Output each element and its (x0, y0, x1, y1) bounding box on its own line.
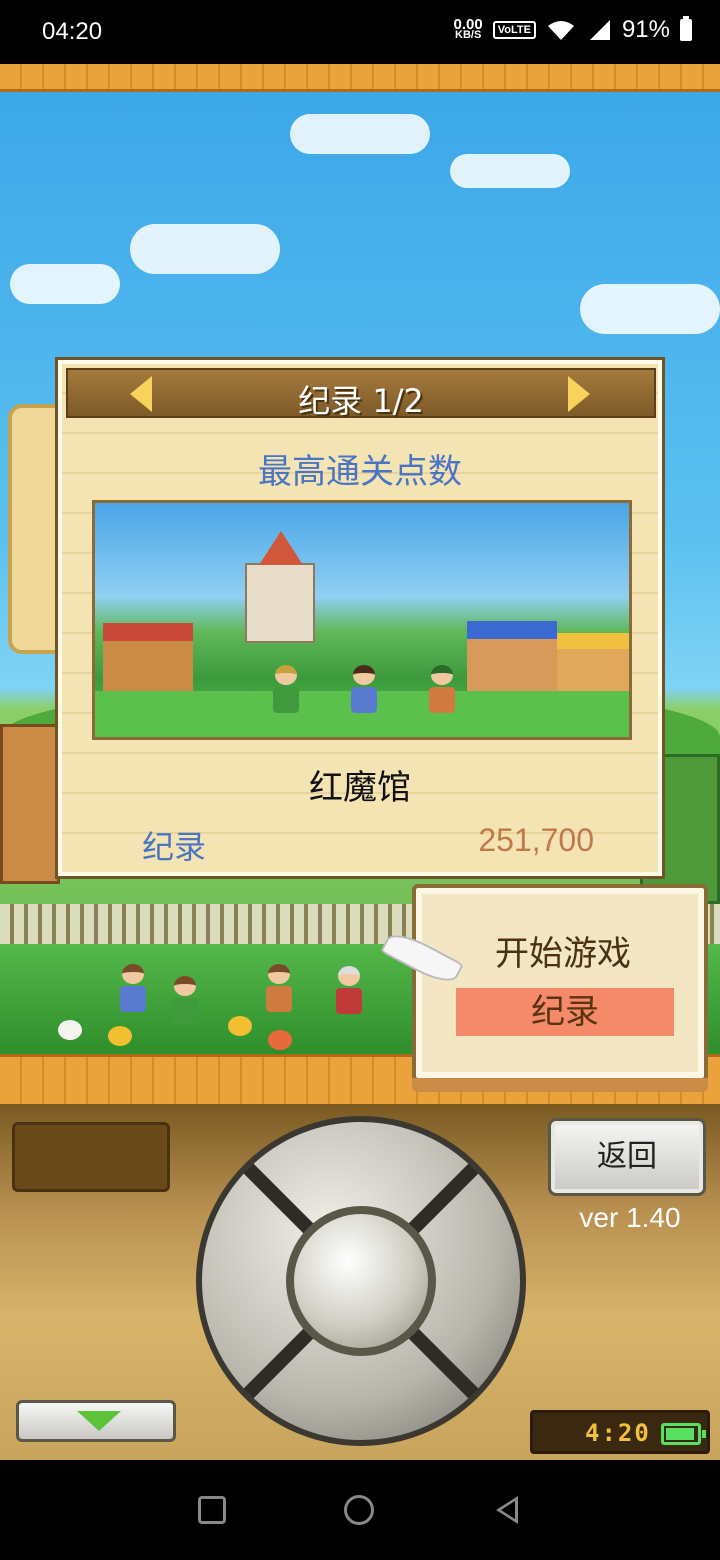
down-arrow-icon (77, 1411, 121, 1431)
cloud (10, 264, 120, 304)
cloud (130, 224, 280, 274)
shop-building (103, 623, 193, 693)
hero-character (347, 665, 381, 719)
circle-icon[interactable] (344, 1495, 374, 1525)
flower (108, 1026, 132, 1046)
record-dialog: 纪录 1/2 最高通关点数 红魔馆 纪录 251,700 (55, 357, 665, 879)
clock-time: 4:20 (585, 1419, 651, 1447)
top-brick-border (0, 64, 720, 92)
building (0, 724, 60, 884)
hero-character (269, 665, 303, 719)
stage-name: 红魔馆 (309, 768, 411, 808)
left-slot (12, 1122, 170, 1192)
wifi-icon (547, 21, 574, 40)
hero-character (264, 964, 294, 1016)
game-scene: 开始游戏 纪录 纪录 1/2 最高通关点数 红魔馆 纪录 251,700 (0, 64, 720, 1104)
flower (228, 1016, 252, 1036)
record-category: 最高通关点数 (258, 452, 462, 492)
system-nav-bar (0, 1460, 720, 1560)
triangle-back-icon[interactable] (496, 1496, 518, 1524)
stage-preview-image (92, 500, 632, 740)
status-icons: 0.00 KB/S VoLTE 91% (454, 16, 692, 44)
hero-character (170, 976, 200, 1028)
signal-icon (589, 20, 610, 40)
net-speed: 0.00 KB/S (454, 17, 483, 41)
arrow-right-icon[interactable] (568, 376, 590, 412)
flower (268, 1030, 292, 1050)
record-label: 纪录 (142, 828, 207, 866)
back-button[interactable]: 返回 (548, 1118, 706, 1196)
hero-character (334, 966, 364, 1018)
record-value: 251,700 (478, 822, 594, 858)
cloud (450, 154, 570, 188)
menu-records-selected[interactable]: 纪录 (456, 988, 674, 1036)
battery-icon (661, 1423, 706, 1445)
shop-building (467, 621, 557, 693)
version-label: ver 1.40 (579, 1202, 681, 1233)
menu-book (412, 884, 708, 1092)
square-icon[interactable] (198, 1496, 226, 1524)
dpad[interactable] (196, 1116, 526, 1446)
flower (58, 1020, 82, 1040)
castle (245, 531, 315, 643)
hero-character (425, 665, 459, 719)
cloud (290, 114, 430, 154)
cloud (580, 284, 720, 334)
menu-start-game[interactable]: 开始游戏 (412, 926, 714, 975)
dialog-title: 纪录 1/2 (298, 382, 424, 420)
net-speed-unit: KB/S (455, 29, 482, 41)
status-time: 04:20 (42, 18, 103, 45)
shop-building (557, 633, 629, 693)
controller-panel: 返回 ver 1.40 4:20 (0, 1104, 720, 1460)
hero-character (118, 964, 148, 1016)
dpad-center-button[interactable] (286, 1206, 436, 1356)
status-bar: 04:20 0.00 KB/S VoLTE 91% (0, 0, 720, 64)
dialog-header: 纪录 1/2 (66, 368, 656, 420)
battery-percent: 91% (621, 16, 670, 43)
down-button[interactable] (16, 1400, 176, 1442)
volte-icon: VoLTE (492, 21, 536, 39)
battery-icon (680, 16, 692, 41)
game-clock: 4:20 (530, 1410, 710, 1454)
